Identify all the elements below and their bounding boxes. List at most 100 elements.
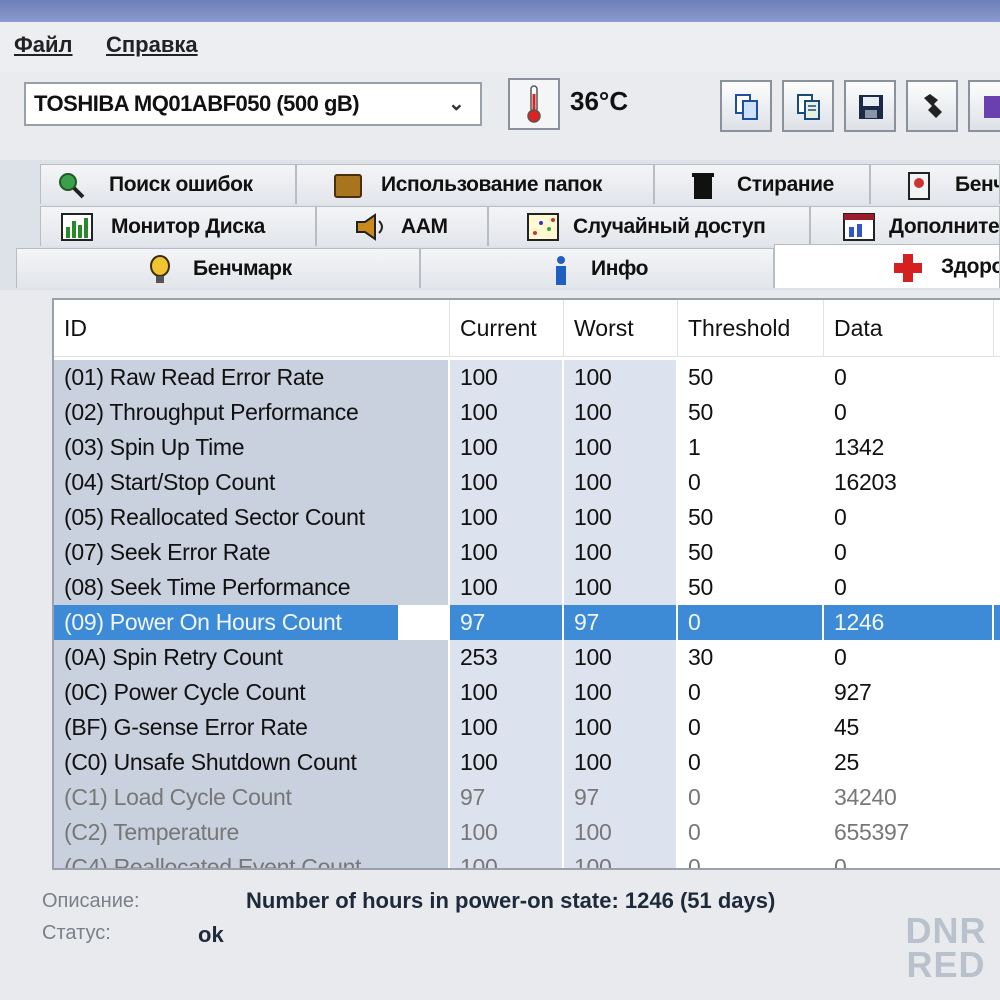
drive-select[interactable]: TOSHIBA MQ01ABF050 (500 gB) ⌄ <box>24 82 482 126</box>
save-icon <box>859 95 883 119</box>
exit-icon <box>984 96 1000 118</box>
cell-cur: 97 <box>450 605 562 640</box>
tab-erase[interactable]: Стирание <box>654 164 870 204</box>
header-threshold[interactable]: Threshold <box>678 300 824 356</box>
copy-icon <box>735 94 758 120</box>
cell-wor: 100 <box>564 360 676 395</box>
folder-icon <box>334 174 362 198</box>
cell-dat: 0 <box>834 364 847 390</box>
status-label: Статус: <box>42 922 111 944</box>
settings-icon <box>924 94 942 118</box>
cell-extra <box>994 745 1000 780</box>
smart-table[interactable]: ID Current Worst Threshold Data (01) Raw… <box>52 298 1000 870</box>
copy-button[interactable] <box>720 80 772 132</box>
cell-thr: 50 <box>688 504 713 530</box>
tab-health[interactable]: Здоров <box>774 244 1000 288</box>
header-worst[interactable]: Worst <box>564 300 678 356</box>
table-row[interactable]: (C2) Temperature 100 100 0 655397 <box>54 815 1000 850</box>
cell-wor: 97 <box>564 605 676 640</box>
tab-benchmark[interactable]: Бенчмарк <box>16 248 420 288</box>
table-row[interactable]: (05) Reallocated Sector Count 100 100 50 0 <box>54 500 1000 535</box>
cell-cur: 100 <box>450 850 562 868</box>
save-button[interactable] <box>844 80 896 132</box>
cell-thr: 0 <box>688 784 701 810</box>
cell-extra <box>994 500 1000 535</box>
health-panel: ID Current Worst Threshold Data (01) Raw… <box>0 290 1000 1000</box>
description-label: Описание: <box>42 890 140 912</box>
tab-extra-tests[interactable]: Дополните <box>810 206 1000 246</box>
cell-id: (07) Seek Error Rate <box>54 535 448 570</box>
cell-extra <box>994 605 1000 640</box>
header-data[interactable]: Data <box>824 300 994 356</box>
exit-button[interactable] <box>968 80 1000 132</box>
tab-folder-usage[interactable]: Использование папок <box>296 164 654 204</box>
tab-info[interactable]: Инфо <box>420 248 774 288</box>
cell-dat: 1342 <box>834 434 884 460</box>
trash-icon <box>692 173 714 199</box>
cell-id: (C1) Load Cycle Count <box>54 780 448 815</box>
tab-aam[interactable]: AAM <box>316 206 488 246</box>
tab-file-benchmark[interactable]: Бенч <box>870 164 1000 204</box>
cell-cur: 100 <box>450 745 562 780</box>
cell-extra <box>994 430 1000 465</box>
toolbar: TOSHIBA MQ01ABF050 (500 gB) ⌄ 36°C <box>0 72 1000 161</box>
drive-select-value: TOSHIBA MQ01ABF050 (500 gB) <box>34 91 360 116</box>
header-extra <box>994 300 1000 356</box>
cell-wor: 100 <box>564 710 676 745</box>
cell-wor: 100 <box>564 395 676 430</box>
table-row[interactable]: (0C) Power Cycle Count 100 100 0 927 <box>54 675 1000 710</box>
status-value: ok <box>198 922 224 947</box>
table-row[interactable]: (04) Start/Stop Count 100 100 0 16203 <box>54 465 1000 500</box>
menu-help[interactable]: Справка <box>106 32 198 58</box>
table-header: ID Current Worst Threshold Data <box>54 300 1000 357</box>
cell-cur: 100 <box>450 710 562 745</box>
cell-wor: 100 <box>564 675 676 710</box>
header-id[interactable]: ID <box>54 300 450 356</box>
cell-dat: 655397 <box>834 819 909 845</box>
cell-cur: 100 <box>450 500 562 535</box>
chevron-down-icon[interactable]: ⌄ <box>448 84 472 124</box>
cell-dat: 34240 <box>834 784 897 810</box>
cell-wor: 100 <box>564 570 676 605</box>
cell-dat: 927 <box>834 679 872 705</box>
table-row[interactable]: (08) Seek Time Performance 100 100 50 0 <box>54 570 1000 605</box>
cell-thr: 0 <box>688 819 701 845</box>
table-row[interactable]: (0A) Spin Retry Count 253 100 30 0 <box>54 640 1000 675</box>
cell-dat: 25 <box>834 749 859 775</box>
cell-extra <box>994 850 1000 868</box>
copy-text-button[interactable] <box>782 80 834 132</box>
table-row[interactable]: (02) Throughput Performance 100 100 50 0 <box>54 395 1000 430</box>
cell-extra <box>994 780 1000 815</box>
settings-button[interactable] <box>906 80 958 132</box>
menu-file[interactable]: Файл <box>14 32 73 58</box>
cell-wor: 100 <box>564 640 676 675</box>
temperature-value: 36°C <box>570 86 629 116</box>
cell-wor: 100 <box>564 430 676 465</box>
cell-wor: 100 <box>564 465 676 500</box>
cell-dat: 0 <box>834 854 847 870</box>
cell-thr: 1 <box>688 434 701 460</box>
cell-wor: 100 <box>564 500 676 535</box>
table-row[interactable]: (07) Seek Error Rate 100 100 50 0 <box>54 535 1000 570</box>
tab-random-access[interactable]: Случайный доступ <box>488 206 810 246</box>
table-row[interactable]: (C1) Load Cycle Count 97 97 0 34240 <box>54 780 1000 815</box>
thermometer-icon <box>508 78 560 130</box>
table-row[interactable]: (C4) Reallocated Event Count 100 100 0 0 <box>54 850 1000 870</box>
cell-cur: 97 <box>450 780 562 815</box>
table-row[interactable]: (C0) Unsafe Shutdown Count 100 100 0 25 <box>54 745 1000 780</box>
table-row[interactable]: (BF) G-sense Error Rate 100 100 0 45 <box>54 710 1000 745</box>
tab-error-scan[interactable]: Поиск ошибок <box>40 164 296 204</box>
table-row[interactable]: (01) Raw Read Error Rate 100 100 50 0 <box>54 360 1000 395</box>
lightbulb-icon <box>150 255 170 283</box>
cell-thr: 50 <box>688 539 713 565</box>
cell-id: (08) Seek Time Performance <box>54 570 448 605</box>
tab-disk-monitor[interactable]: Монитор Диска <box>40 206 316 246</box>
cell-id: (C0) Unsafe Shutdown Count <box>54 745 448 780</box>
cell-wor: 100 <box>564 745 676 780</box>
cell-dat: 0 <box>834 574 847 600</box>
header-current[interactable]: Current <box>450 300 564 356</box>
table-row[interactable]: (03) Spin Up Time 100 100 1 1342 <box>54 430 1000 465</box>
cell-dat: 45 <box>834 714 859 740</box>
cell-id: (0C) Power Cycle Count <box>54 675 448 710</box>
table-row[interactable]: (09) Power On Hours Count 97 97 0 1246 <box>54 605 1000 640</box>
